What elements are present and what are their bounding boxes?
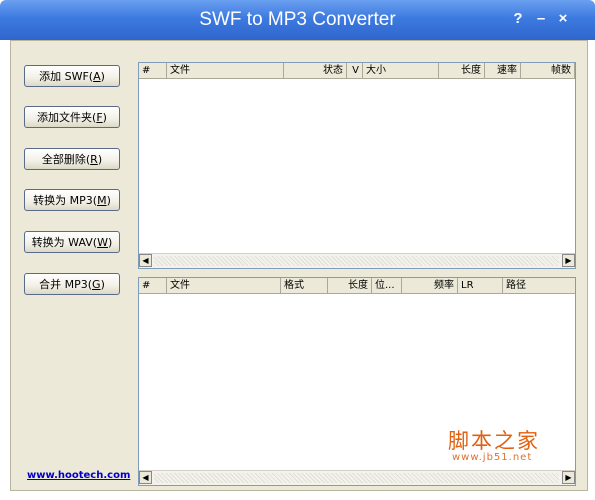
- remove-all-button[interactable]: 全部删除(R): [24, 148, 120, 170]
- col-path[interactable]: 路径: [503, 278, 575, 293]
- convert-mp3-button[interactable]: 转换为 MP3(M): [24, 189, 120, 211]
- col-frames[interactable]: 帧数: [521, 63, 575, 78]
- col-format[interactable]: 格式: [281, 278, 328, 293]
- add-swf-button[interactable]: 添加 SWF(A): [24, 65, 120, 87]
- watermark-logo: 脚本之家: [448, 429, 540, 453]
- col-frequency[interactable]: 频率: [402, 278, 458, 293]
- output-list-scrollbar[interactable]: ◀ ▶: [139, 470, 575, 485]
- app-window: SWF to MP3 Converter ? – × 添加 SWF(A) 添加文…: [0, 0, 595, 500]
- scroll-track[interactable]: [154, 473, 559, 483]
- col-length[interactable]: 长度: [439, 63, 485, 78]
- source-file-list[interactable]: # 文件 状态 V 大小 长度 速率 帧数 ◀ ▶: [138, 62, 576, 269]
- col-lr[interactable]: LR: [458, 278, 503, 293]
- col-status[interactable]: 状态: [284, 63, 347, 78]
- col-file[interactable]: 文件: [167, 278, 281, 293]
- col-rate[interactable]: 速率: [485, 63, 521, 78]
- col-number[interactable]: #: [139, 278, 167, 293]
- title-bar[interactable]: SWF to MP3 Converter ? – ×: [0, 0, 595, 40]
- window-title: SWF to MP3 Converter: [199, 9, 396, 30]
- source-list-scrollbar[interactable]: ◀ ▶: [139, 253, 575, 268]
- website-link[interactable]: www.hootech.com: [27, 470, 130, 481]
- col-length[interactable]: 长度: [328, 278, 372, 293]
- minimize-button[interactable]: –: [532, 10, 550, 28]
- scroll-track[interactable]: [154, 256, 559, 266]
- scroll-left-arrow-icon[interactable]: ◀: [139, 254, 152, 267]
- add-folder-button[interactable]: 添加文件夹(F): [24, 106, 120, 128]
- scroll-right-arrow-icon[interactable]: ▶: [562, 254, 575, 267]
- watermark-url: www.jb51.net: [452, 452, 533, 463]
- help-button[interactable]: ?: [509, 10, 527, 28]
- close-button[interactable]: ×: [554, 10, 572, 28]
- scroll-left-arrow-icon[interactable]: ◀: [139, 471, 152, 484]
- col-number[interactable]: #: [139, 63, 167, 78]
- client-area: 添加 SWF(A) 添加文件夹(F) 全部删除(R) 转换为 MP3(M) 转换…: [10, 40, 588, 491]
- merge-mp3-button[interactable]: 合并 MP3(G): [24, 273, 120, 295]
- col-bitrate[interactable]: 位...: [372, 278, 402, 293]
- source-list-header: # 文件 状态 V 大小 长度 速率 帧数: [139, 63, 575, 79]
- col-size[interactable]: 大小: [363, 63, 439, 78]
- output-list-header: # 文件 格式 长度 位... 频率 LR 路径: [139, 278, 575, 294]
- scroll-right-arrow-icon[interactable]: ▶: [562, 471, 575, 484]
- col-file[interactable]: 文件: [167, 63, 284, 78]
- convert-wav-button[interactable]: 转换为 WAV(W): [24, 231, 120, 253]
- col-v[interactable]: V: [347, 63, 363, 78]
